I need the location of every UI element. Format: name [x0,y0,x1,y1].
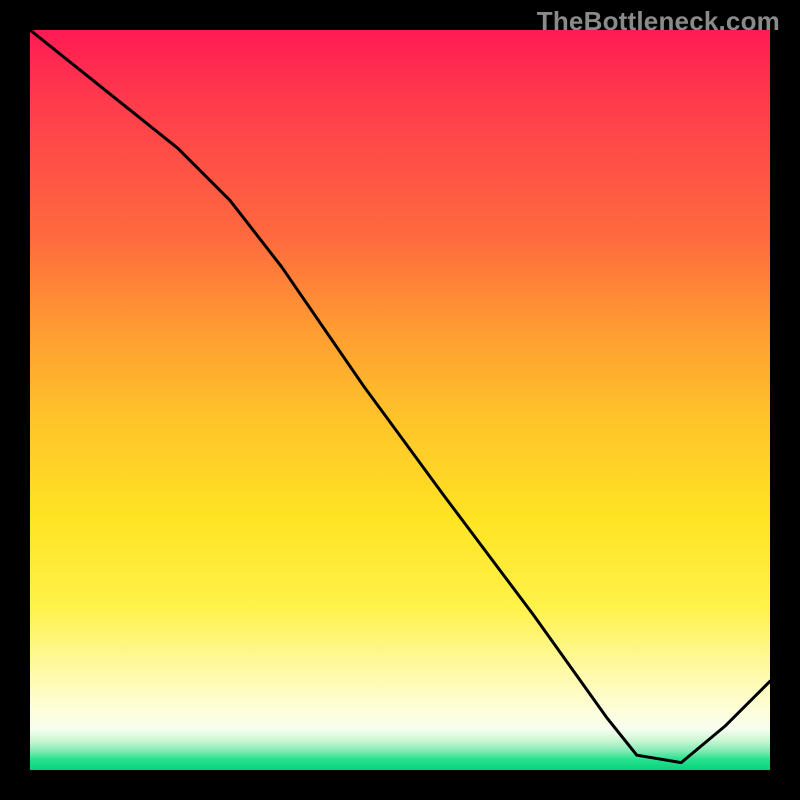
plot-frame [30,30,770,770]
chart-root: TheBottleneck.com [0,0,800,800]
bottleneck-curve [30,30,770,770]
